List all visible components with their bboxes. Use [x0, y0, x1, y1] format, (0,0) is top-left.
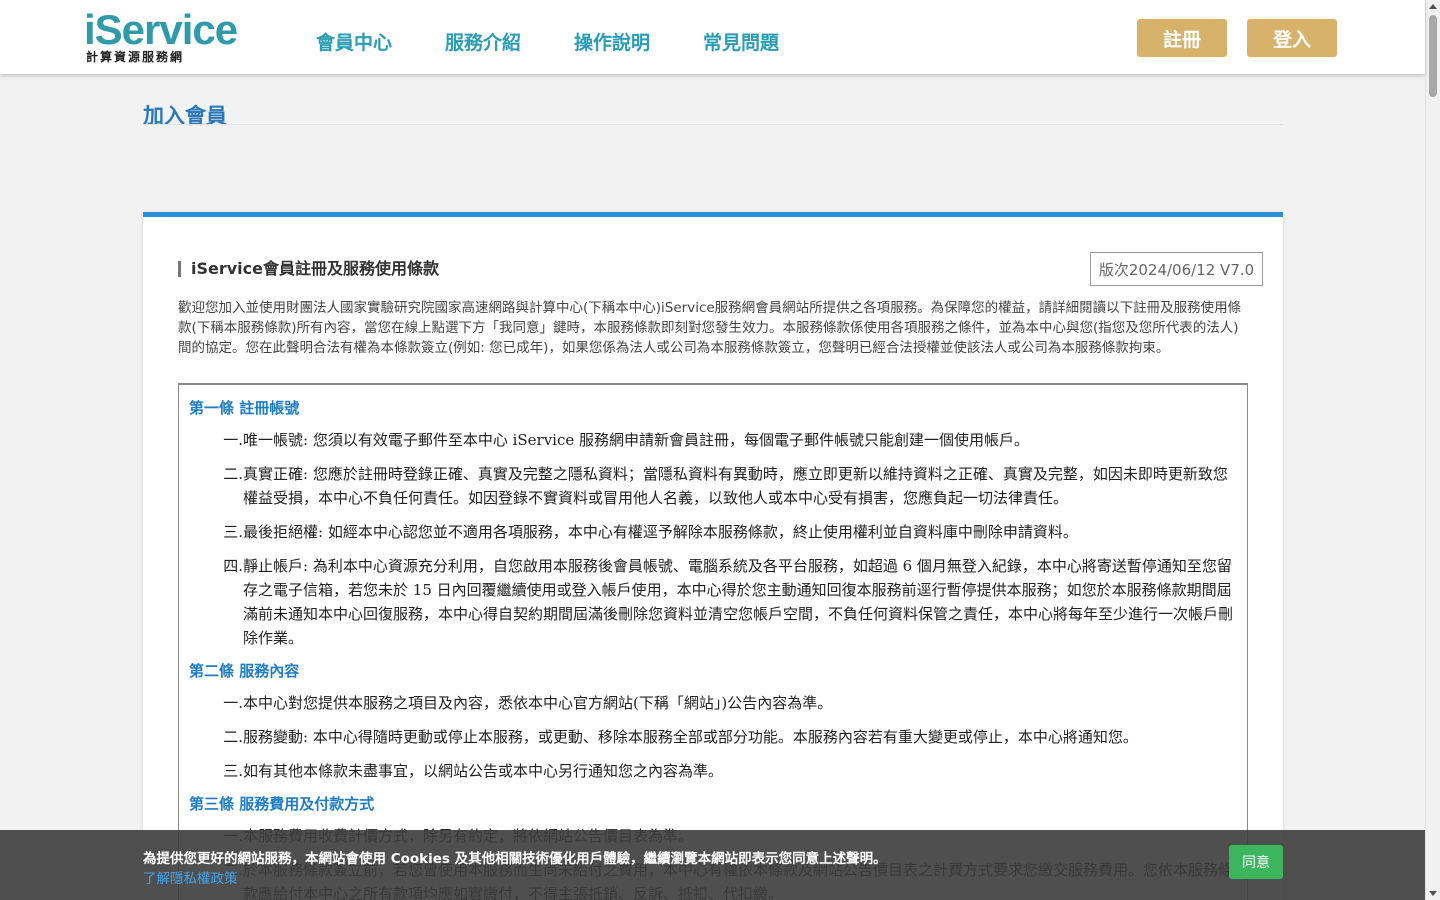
clause-text: 唯一帳號: 您須以有效電子郵件至本中心 iService 服務網申請新會員註冊，…	[243, 431, 1030, 449]
clause-text: 真實正確: 您應於註冊時登錄正確、真實及完整之隱私資料；當隱私資料有異動時，應立…	[243, 465, 1228, 507]
scroll-down-icon[interactable]	[1429, 891, 1437, 896]
version-badge: 版次2024/06/12 V7.0	[1090, 252, 1263, 286]
article-heading: 第三條 服務費用及付款方式	[189, 795, 375, 813]
cookie-consent-bar: 為提供您更好的網站服務，本網站會使用 Cookies 及其他相關技術優化用戶體驗…	[0, 830, 1425, 900]
clause-number: 二.	[223, 728, 243, 746]
nav-instructions[interactable]: 操作說明	[574, 28, 650, 55]
clause-text: 如有其他本條款未盡事宜，以網站公告或本中心另行通知您之內容為準。	[243, 762, 724, 780]
terms-card: iService會員註冊及服務使用條款 版次2024/06/12 V7.0 歡迎…	[143, 212, 1283, 900]
clause-item: 二. 真實正確: 您應於註冊時登錄正確、真實及完整之隱私資料；當隱私資料有異動時，…	[179, 462, 1247, 510]
terms-scroll-box[interactable]: 第一條 註冊帳號 一. 唯一帳號: 您須以有效電子郵件至本中心 iService 服…	[178, 383, 1248, 900]
clause-number: 一.	[223, 431, 243, 449]
clause-text: 本中心對您提供本服務之項目及內容，悉依本中心官方網站(下稱「網站」)公告內容為準…	[243, 694, 833, 712]
clause-number: 四.	[223, 557, 243, 575]
logo-subtitle: 計算資源服務網	[86, 50, 185, 64]
logo-wordmark: iService	[84, 6, 238, 53]
clause-item: 三. 如有其他本條款未盡事宜，以網站公告或本中心另行通知您之內容為準。	[179, 759, 1247, 783]
clause-item: 四. 靜止帳戶: 為利本中心資源充分利用，自您啟用本服務後會員帳號、電腦系統及各平…	[179, 554, 1247, 650]
clause-item: 三. 最後拒絕權: 如經本中心認您並不適用各項服務，本中心有權逕予解除本服務條款，…	[179, 520, 1247, 544]
title-divider	[143, 124, 1283, 125]
page-scrollbar[interactable]	[1425, 0, 1440, 900]
nav-member-center[interactable]: 會員中心	[316, 28, 392, 55]
nav-faq[interactable]: 常見問題	[703, 28, 779, 55]
scrollbar-thumb[interactable]	[1429, 15, 1437, 97]
terms-content: 第一條 註冊帳號 一. 唯一帳號: 您須以有效電子郵件至本中心 iService 服…	[179, 385, 1247, 900]
cookie-notice-text: 為提供您更好的網站服務，本網站會使用 Cookies 及其他相關技術優化用戶體驗…	[143, 851, 887, 867]
login-button[interactable]: 登入	[1247, 19, 1337, 57]
clause-number: 三.	[223, 762, 243, 780]
terms-title: iService會員註冊及服務使用條款	[178, 261, 439, 277]
clause-number: 二.	[223, 465, 243, 483]
clause-item: 二. 服務變動: 本中心得隨時更動或停止本服務，或更動、移除本服務全部或部分功能。…	[179, 725, 1247, 749]
page-title: 加入會員	[143, 104, 227, 128]
clause-text: 服務變動: 本中心得隨時更動或停止本服務，或更動、移除本服務全部或部分功能。本服…	[243, 728, 1138, 746]
article-heading: 第二條 服務內容	[189, 662, 300, 680]
site-header: iService 計算資源服務網 會員中心 服務介紹 操作說明 常見問題 註冊 …	[0, 0, 1425, 74]
terms-intro: 歡迎您加入並使用財團法人國家實驗研究院國家高速網路與計算中心(下稱本中心)iSe…	[178, 300, 1242, 356]
clause-text: 最後拒絕權: 如經本中心認您並不適用各項服務，本中心有權逕予解除本服務條款，終止…	[243, 523, 1078, 541]
privacy-policy-link[interactable]: 了解隱私權政策	[143, 867, 238, 887]
agree-button[interactable]: 同意	[1229, 845, 1283, 879]
register-button[interactable]: 註冊	[1137, 19, 1227, 57]
clause-text: 靜止帳戶: 為利本中心資源充分利用，自您啟用本服務後會員帳號、電腦系統及各平台服…	[243, 557, 1234, 647]
article-heading: 第一條 註冊帳號	[189, 399, 300, 417]
clause-number: 三.	[223, 523, 243, 541]
iservice-logo[interactable]: iService 計算資源服務網	[84, 6, 254, 64]
clause-item: 一. 本中心對您提供本服務之項目及內容，悉依本中心官方網站(下稱「網站」)公告內容…	[179, 691, 1247, 715]
scroll-up-icon[interactable]	[1429, 4, 1437, 9]
clause-number: 一.	[223, 694, 243, 712]
nav-service-intro[interactable]: 服務介紹	[445, 28, 521, 55]
clause-item: 一. 唯一帳號: 您須以有效電子郵件至本中心 iService 服務網申請新會員註…	[179, 428, 1247, 452]
main-nav: 會員中心 服務介紹 操作說明 常見問題	[316, 28, 779, 55]
